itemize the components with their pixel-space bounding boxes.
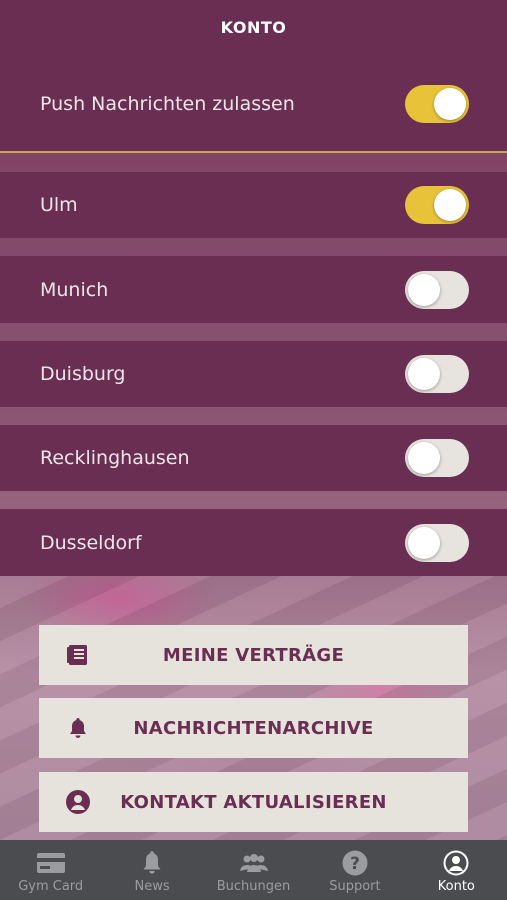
push-notifications-toggle[interactable] (405, 84, 469, 123)
message-archive-button[interactable]: NACHRICHTENARCHIVE (39, 698, 468, 758)
tab-label: Buchungen (216, 879, 291, 894)
card-icon (36, 849, 66, 877)
location-label: Munich (40, 278, 109, 301)
toggle-knob (408, 273, 440, 306)
toggle-knob (408, 526, 440, 559)
push-notifications-label: Push Nachrichten zulassen (40, 92, 295, 115)
tab-account[interactable]: Konto (406, 840, 507, 900)
toggle-knob (408, 442, 440, 474)
tab-gym-card[interactable]: Gym Card (0, 840, 101, 900)
message-archive-label: NACHRICHTENARCHIVE (133, 717, 374, 739)
tab-news[interactable]: News (101, 840, 202, 900)
location-toggle-dusseldorf[interactable] (405, 523, 469, 562)
update-contact-label: KONTAKT AKTUALISIEREN (120, 791, 387, 813)
page-title: KONTO (220, 17, 287, 37)
location-toggle-recklinghausen[interactable] (405, 439, 469, 477)
toggle-knob (434, 189, 466, 221)
location-toggle-munich[interactable] (405, 270, 469, 309)
question-icon: ? (342, 849, 368, 877)
location-label: Duisburg (40, 363, 126, 385)
tab-label: News (134, 879, 170, 894)
my-contracts-label: MEINE VERTRÄGE (162, 644, 345, 666)
tab-bookings[interactable]: Buchungen (203, 840, 304, 900)
header: KONTO (0, 0, 507, 56)
location-label: Recklinghausen (40, 447, 190, 469)
bell-icon (140, 849, 164, 877)
tab-label: Gym Card (18, 879, 84, 894)
bottom-tab-bar: Gym Card News Buchungen ? Support Konto (0, 840, 507, 900)
tab-label: Konto (437, 879, 475, 894)
location-row-dusseldorf: Dusseldorf (0, 509, 507, 576)
tab-label: Support (329, 879, 381, 894)
location-toggle-duisburg[interactable] (405, 355, 469, 393)
location-row-ulm: Ulm (0, 172, 507, 238)
location-row-duisburg: Duisburg (0, 341, 507, 407)
location-row-munich: Munich (0, 256, 507, 323)
location-toggle-ulm[interactable] (405, 186, 469, 224)
document-icon (39, 643, 117, 667)
user-circle-icon (443, 849, 469, 877)
update-contact-button[interactable]: KONTAKT AKTUALISIEREN (39, 772, 468, 832)
user-circle-icon (39, 789, 117, 815)
toggle-knob (408, 358, 440, 390)
my-contracts-button[interactable]: MEINE VERTRÄGE (39, 625, 468, 685)
location-row-recklinghausen: Recklinghausen (0, 425, 507, 491)
location-label: Dusseldorf (40, 531, 142, 554)
location-label: Ulm (40, 194, 78, 216)
push-notifications-row: Push Nachrichten zulassen (0, 56, 507, 153)
group-icon (239, 849, 269, 877)
bell-icon (39, 716, 117, 740)
svg-text:?: ? (350, 854, 360, 874)
tab-support[interactable]: ? Support (304, 840, 405, 900)
toggle-knob (434, 87, 466, 120)
